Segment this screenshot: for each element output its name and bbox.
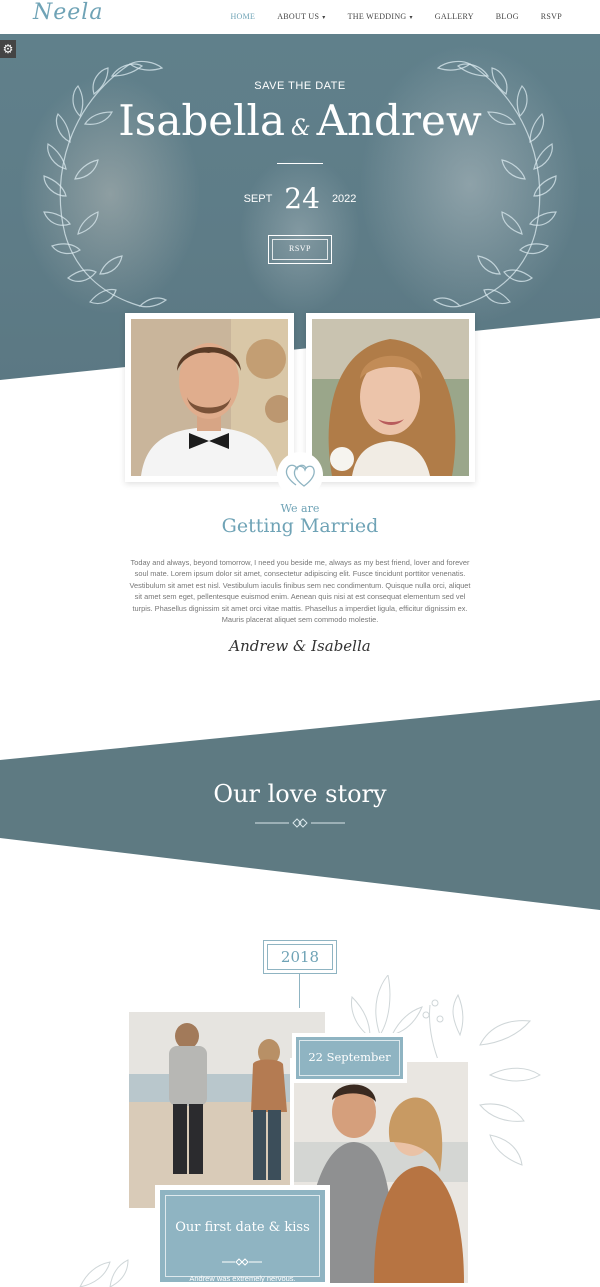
groom-photo-frame	[125, 313, 294, 482]
save-the-date-label: SAVE THE DATE	[254, 80, 346, 92]
diamond-ornament-icon	[255, 818, 345, 828]
love-story-heading: Our love story	[213, 780, 387, 808]
wedding-date: SEPT 24 2022	[0, 182, 600, 215]
timeline-connector	[299, 974, 300, 1008]
story-date-text: 22 September	[308, 1050, 391, 1064]
gear-icon[interactable]: ⚙	[0, 40, 16, 58]
top-navbar: Neela HOME ABOUT US ▾ THE WEDDING ▾ GALLER…	[0, 0, 600, 34]
groom-photo	[131, 319, 288, 476]
double-heart-icon	[285, 464, 315, 487]
menu-item-gallery[interactable]: GALLERY	[435, 12, 474, 21]
story-card-text: Andrew was extremely nervous.	[189, 1274, 296, 1283]
menu-item-blog[interactable]: BLOG	[496, 12, 519, 21]
story-date-tag: 22 September	[292, 1033, 407, 1083]
we-are-label: We are	[280, 502, 320, 515]
site-logo[interactable]: Neela	[33, 0, 103, 25]
intro-paragraph: Today and always, beyond tomorrow, I nee…	[129, 558, 471, 625]
menu-item-the-wedding[interactable]: THE WEDDING ▾	[348, 12, 413, 21]
menu-item-about-us[interactable]: ABOUT US ▾	[277, 12, 325, 21]
bride-name: Isabella	[118, 96, 286, 145]
couple-names-heading: Isabella & Andrew	[0, 96, 600, 145]
couple-signature: Andrew & Isabella	[229, 637, 371, 655]
date-day: 24	[284, 182, 320, 215]
chevron-down-icon: ▾	[409, 15, 413, 21]
groom-name: Andrew	[316, 96, 482, 145]
rsvp-button[interactable]: RSVP	[268, 235, 332, 264]
bride-photo-frame	[306, 313, 475, 482]
getting-married-heading: Getting Married	[221, 515, 379, 537]
date-month: SEPT	[243, 192, 273, 205]
main-menu: HOME ABOUT US ▾ THE WEDDING ▾ GALLERY BLOG…	[208, 12, 562, 21]
ampersand: &	[291, 116, 311, 141]
menu-item-home[interactable]: HOME	[230, 12, 255, 21]
menu-item-rsvp[interactable]: RSVP	[541, 12, 562, 21]
timeline-year-badge: 2018	[263, 940, 337, 974]
hero-divider	[277, 163, 323, 164]
chevron-down-icon: ▾	[322, 15, 326, 21]
bride-photo	[312, 319, 469, 476]
diamond-ornament-icon	[222, 1258, 262, 1266]
story-card-title: Our first date & kiss	[175, 1220, 310, 1235]
date-year: 2022	[331, 192, 357, 205]
bride-portrait-image	[312, 319, 469, 476]
heart-emblem	[277, 452, 323, 498]
groom-portrait-image	[131, 319, 288, 476]
story-card: Our first date & kiss Andrew was extreme…	[155, 1185, 330, 1287]
